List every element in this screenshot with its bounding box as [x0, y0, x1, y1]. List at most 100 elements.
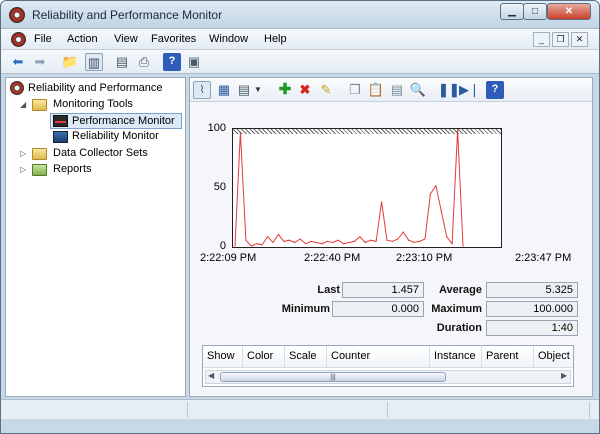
maximum-value: 100.000 [486, 301, 578, 317]
menu-bar: File Action View Favorites Window Help _… [1, 29, 599, 50]
column-header-show[interactable]: Show [203, 346, 243, 368]
data-point [277, 233, 279, 235]
tree-item-reliability-monitor[interactable]: Reliability Monitor [50, 129, 182, 145]
menu-action[interactable]: Action [67, 33, 98, 45]
last-value: 1.457 [342, 282, 424, 298]
x-tick-label: 2:22:40 PM [304, 252, 361, 264]
y-tick-label: 100 [207, 122, 226, 134]
data-point [440, 210, 442, 212]
menu-view[interactable]: View [114, 33, 138, 45]
properties-icon[interactable]: ▣ [185, 53, 203, 71]
collapse-arrow-icon[interactable]: ▷ [20, 165, 26, 174]
view-current-activity-icon[interactable]: ⌇ [193, 81, 211, 99]
column-header-counter[interactable]: Counter [327, 346, 430, 368]
data-point [343, 243, 345, 245]
update-data-icon[interactable]: ▶❘ [459, 81, 480, 99]
tree-item-label: Performance Monitor [72, 115, 175, 127]
menu-help[interactable]: Help [264, 33, 287, 45]
mdi-restore-button[interactable]: ❐ [552, 32, 569, 47]
tree-item-data-collector-sets[interactable]: ▷ Data Collector Sets [20, 146, 185, 162]
expand-arrow-icon[interactable]: ◢ [20, 100, 26, 109]
menu-favorites[interactable]: Favorites [151, 33, 196, 45]
graph-canvas [234, 129, 464, 247]
mdi-close-button[interactable]: ✕ [571, 32, 588, 47]
tree-item-performance-monitor[interactable]: Performance Monitor [50, 113, 182, 129]
data-point [326, 240, 328, 242]
show-hide-tree-icon[interactable]: ▥ [85, 53, 103, 71]
add-counter-icon[interactable]: ✚ [276, 81, 294, 99]
mdi-minimize-button[interactable]: _ [533, 32, 550, 47]
maximize-button[interactable]: □ [523, 3, 547, 20]
title-bar: Reliability and Performance Monitor ▁ □ … [1, 1, 599, 29]
data-point [353, 240, 355, 242]
collapse-arrow-icon[interactable]: ▷ [20, 149, 26, 158]
minimum-value: 0.000 [332, 301, 424, 317]
main-window: Reliability and Performance Monitor ▁ □ … [0, 0, 600, 434]
forward-arrow-icon[interactable]: ➡ [31, 53, 49, 71]
properties-icon[interactable]: ▤ [388, 81, 406, 99]
back-arrow-icon[interactable]: ⬅ [9, 53, 27, 71]
minimize-button[interactable]: ▁ [500, 3, 524, 20]
up-folder-icon[interactable]: 📁 [61, 53, 79, 71]
status-separator [387, 402, 388, 418]
data-point [457, 129, 459, 131]
column-header-object[interactable]: Object [534, 346, 573, 368]
data-point [348, 241, 350, 244]
delete-counter-icon[interactable]: ✖ [296, 81, 314, 99]
menu-window[interactable]: Window [209, 33, 248, 45]
scrollbar-thumb[interactable]: ||| [220, 372, 446, 382]
data-point [413, 241, 415, 244]
tree-item-reports[interactable]: ▷ Reports [20, 162, 185, 178]
copy-properties-icon[interactable]: ❐ [346, 81, 364, 99]
horizontal-scrollbar[interactable]: ◀ ||| ▶ [205, 370, 571, 384]
mmc-menu-icon[interactable] [11, 32, 26, 47]
data-point [299, 238, 301, 240]
scroll-left-icon[interactable]: ◀ [208, 371, 214, 380]
data-point [332, 241, 334, 244]
data-point [381, 201, 383, 203]
view-log-data-icon[interactable]: ▦ [215, 81, 233, 99]
performance-monitor-icon [53, 115, 68, 127]
app-icon [9, 7, 25, 23]
column-header-parent[interactable]: Parent [482, 346, 534, 368]
data-point [429, 193, 431, 195]
reports-folder-icon [32, 164, 47, 176]
data-point [272, 241, 274, 244]
column-header-instance[interactable]: Instance [430, 346, 482, 368]
performance-graph[interactable] [232, 128, 502, 248]
data-point [245, 239, 247, 241]
tree-item-root[interactable]: Reliability and Performance [8, 81, 183, 97]
data-point [451, 243, 453, 245]
help-icon[interactable]: ? [163, 53, 181, 71]
data-point [310, 240, 312, 242]
data-point [267, 236, 269, 238]
x-tick-label: 2:23:47 PM [515, 252, 572, 264]
average-value: 5.325 [486, 282, 578, 298]
tree-item-label: Reliability Monitor [72, 130, 159, 142]
freeze-display-icon[interactable]: ❚❚ [438, 81, 460, 99]
export-list-icon[interactable]: ▤ [113, 53, 131, 71]
column-header-scale[interactable]: Scale [285, 346, 327, 368]
scroll-right-icon[interactable]: ▶ [561, 371, 567, 380]
data-point [250, 245, 252, 247]
zoom-icon[interactable]: 🔍 [409, 81, 427, 99]
column-header-color[interactable]: Color [243, 346, 285, 368]
highlight-icon[interactable]: ✎ [317, 81, 335, 99]
data-point [408, 239, 410, 241]
graph-type-dropdown-icon[interactable]: ▼ [253, 81, 263, 99]
close-button[interactable]: ✕ [547, 3, 591, 20]
help-icon[interactable]: ? [486, 81, 504, 99]
data-point [315, 241, 317, 244]
data-point [462, 245, 464, 247]
change-graph-type-icon[interactable]: ▤ [235, 81, 253, 99]
print-icon[interactable]: ⎙ [135, 53, 153, 71]
maximum-label: Maximum [431, 303, 482, 315]
tree-item-monitoring-tools[interactable]: ◢ Monitoring Tools [20, 97, 185, 113]
x-tick-label: 2:22:09 PM [200, 252, 257, 264]
paste-counter-list-icon[interactable]: 📋 [367, 81, 385, 99]
graph-toolbar: ⌇ ▦ ▤ ▼ ✚ ✖ ✎ ❐ 📋 ▤ 🔍 ❚❚ ▶❘ ? [190, 78, 592, 102]
y-tick-label: 50 [213, 181, 226, 193]
menu-file[interactable]: File [34, 33, 52, 45]
data-point [402, 231, 404, 233]
x-tick-label: 2:23:10 PM [396, 252, 453, 264]
